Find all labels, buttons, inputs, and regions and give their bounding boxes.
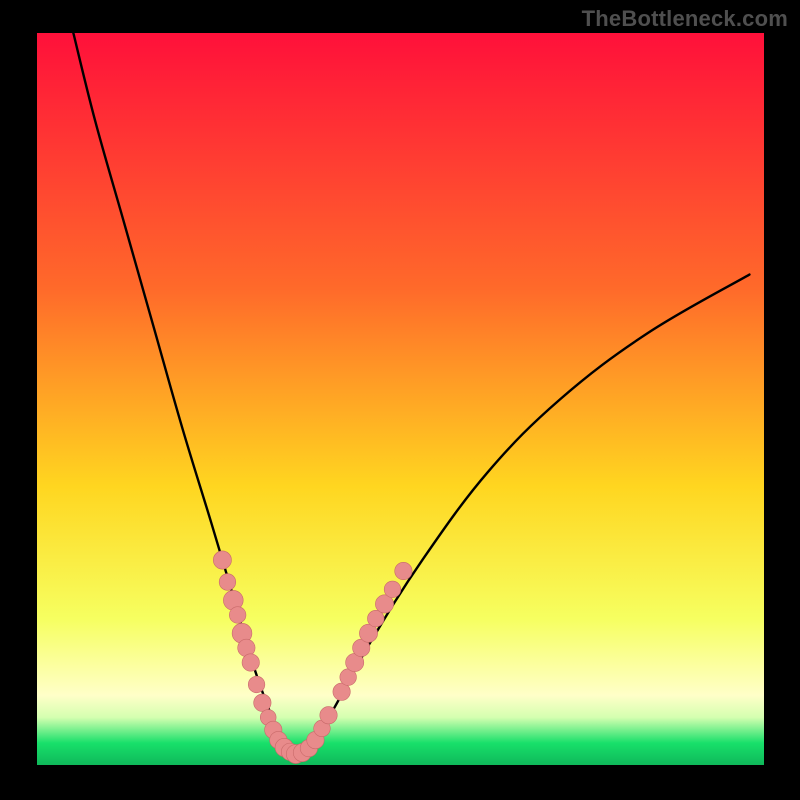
plot-background xyxy=(37,33,764,765)
chart-svg xyxy=(0,0,800,800)
marker-point xyxy=(248,676,265,693)
marker-point xyxy=(254,694,271,711)
marker-point xyxy=(395,562,412,579)
marker-point xyxy=(242,654,259,671)
marker-point xyxy=(320,707,337,724)
marker-point xyxy=(213,551,231,569)
marker-point xyxy=(229,607,246,624)
marker-point xyxy=(219,574,236,591)
marker-point xyxy=(384,581,401,598)
chart-root: TheBottleneck.com xyxy=(0,0,800,800)
